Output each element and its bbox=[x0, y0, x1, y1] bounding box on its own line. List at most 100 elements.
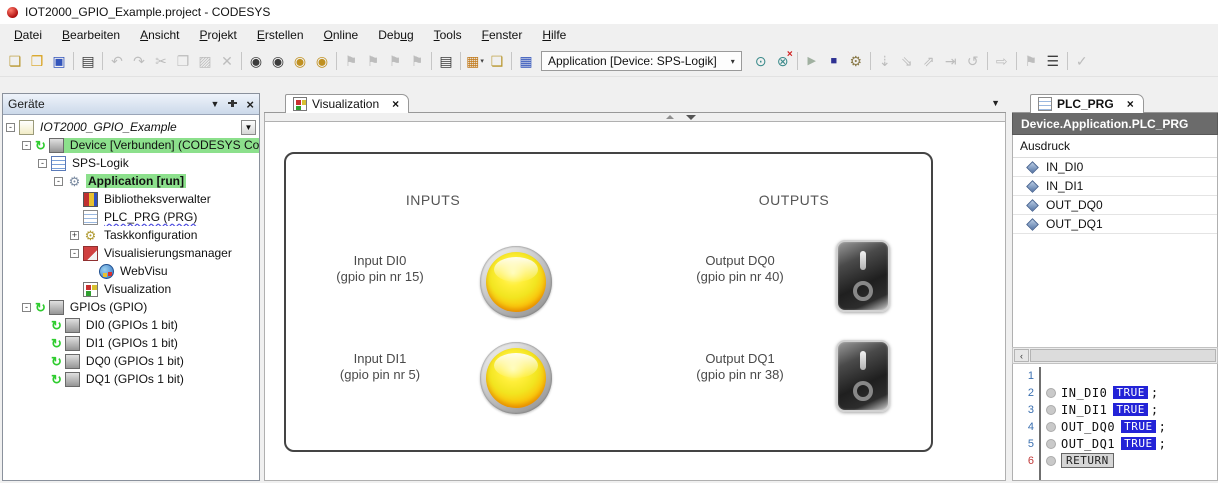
scrollbar-thumb[interactable] bbox=[1030, 349, 1216, 362]
menu-item[interactable]: Erstellen bbox=[247, 26, 314, 44]
tree-item[interactable]: WebVisu bbox=[3, 262, 259, 280]
undo-icon[interactable]: ↶ bbox=[106, 50, 128, 72]
reset-icon[interactable]: ↺ bbox=[962, 50, 984, 72]
menu-item[interactable]: Datei bbox=[4, 26, 52, 44]
stop-icon[interactable]: ■ bbox=[823, 50, 845, 72]
tree-item[interactable]: ↻ DI0 (GPIOs 1 bit) bbox=[3, 316, 259, 334]
toggle-bookmark-icon[interactable]: ⚑ bbox=[340, 50, 362, 72]
tree-expander[interactable]: + bbox=[70, 230, 79, 240]
watch-row[interactable]: IN_DI0 bbox=[1013, 158, 1217, 177]
step-into-icon[interactable]: ⇘ bbox=[896, 50, 918, 72]
watch-row[interactable]: IN_DI1 bbox=[1013, 177, 1217, 196]
watch-row[interactable]: OUT_DQ0 bbox=[1013, 196, 1217, 215]
active-application-combo[interactable]: Application [Device: SPS-Logik] ▾ bbox=[541, 51, 742, 71]
tree-expander[interactable]: - bbox=[54, 176, 63, 186]
collapse-up-icon[interactable] bbox=[665, 115, 674, 119]
build-check-icon[interactable]: ✓ bbox=[1071, 50, 1093, 72]
visualization-toolbox-icon[interactable]: ▦ bbox=[515, 50, 537, 72]
online-config-icon[interactable]: ⚙ bbox=[845, 50, 867, 72]
tree-item[interactable]: - IOT2000_GPIO_Example ▼ bbox=[3, 118, 259, 136]
breakpoint-slot-icon[interactable] bbox=[1046, 455, 1056, 466]
tab-plc-prg[interactable]: PLC_PRG × bbox=[1030, 94, 1144, 113]
code-line[interactable]: 1 bbox=[1013, 367, 1217, 384]
breakpoint-slot-icon[interactable] bbox=[1046, 438, 1056, 449]
find-in-project-icon[interactable]: ◉ bbox=[289, 50, 311, 72]
tab-visualization[interactable]: Visualization × bbox=[285, 94, 410, 113]
run-to-cursor-icon[interactable]: ⇥ bbox=[940, 50, 962, 72]
clear-bookmarks-icon[interactable]: ⚑ bbox=[406, 50, 428, 72]
tree-item[interactable]: - ↻ Device [Verbunden] (CODESYS Contro bbox=[3, 136, 259, 154]
tree-expander[interactable]: - bbox=[38, 158, 47, 168]
start-icon[interactable]: ▶ bbox=[801, 50, 823, 72]
close-icon[interactable]: × bbox=[1127, 98, 1134, 110]
tree-item[interactable]: + Taskkonfiguration bbox=[3, 226, 259, 244]
menu-item[interactable]: Ansicht bbox=[130, 26, 189, 44]
delete-icon[interactable]: ✕ bbox=[216, 50, 238, 72]
new-file-icon[interactable]: ❏ bbox=[486, 50, 508, 72]
tree-item[interactable]: ↻ DI1 (GPIOs 1 bit) bbox=[3, 334, 259, 352]
close-icon[interactable]: × bbox=[392, 98, 399, 110]
open-project-icon[interactable]: ❒ bbox=[26, 50, 48, 72]
next-bookmark-icon[interactable]: ⚑ bbox=[384, 50, 406, 72]
tree-expander[interactable]: - bbox=[22, 302, 31, 312]
breakpoint-slot-icon[interactable] bbox=[1046, 387, 1056, 398]
tree-expander[interactable]: - bbox=[22, 140, 31, 150]
quick-replace-icon[interactable]: ◉ bbox=[267, 50, 289, 72]
find-icon[interactable]: ◉ bbox=[245, 50, 267, 72]
watch-list-icon[interactable]: ▤ bbox=[435, 50, 457, 72]
menu-item[interactable]: Fenster bbox=[472, 26, 533, 44]
replace-in-project-icon[interactable]: ◉ bbox=[311, 50, 333, 72]
tree-item[interactable]: PLC_PRG (PRG) bbox=[3, 208, 259, 226]
tree-item[interactable]: Bibliotheksverwalter bbox=[3, 190, 259, 208]
breakpoint-slot-icon[interactable] bbox=[1046, 404, 1056, 415]
paste-icon[interactable]: ▨ bbox=[194, 50, 216, 72]
new-object-icon[interactable]: ▦ ▾ bbox=[464, 50, 486, 72]
flow-control-icon[interactable]: ⚑ bbox=[1020, 50, 1042, 72]
panel-menu-dropdown-icon[interactable]: ▼ bbox=[210, 99, 219, 109]
step-out-icon[interactable]: ⇗ bbox=[918, 50, 940, 72]
tree-expander[interactable]: - bbox=[70, 248, 79, 258]
tree-item[interactable]: - ↻ GPIOs (GPIO) bbox=[3, 298, 259, 316]
switch-dq0[interactable] bbox=[836, 240, 890, 312]
previous-bookmark-icon[interactable]: ⚑ bbox=[362, 50, 384, 72]
tree-item[interactable]: ↻ DQ1 (GPIOs 1 bit) bbox=[3, 370, 259, 388]
redo-icon[interactable]: ↷ bbox=[128, 50, 150, 72]
watch-row[interactable]: OUT_DQ1 bbox=[1013, 215, 1217, 234]
save-icon[interactable]: ▣ bbox=[48, 50, 70, 72]
menu-item[interactable]: Bearbeiten bbox=[52, 26, 130, 44]
menu-item[interactable]: Online bbox=[314, 26, 369, 44]
tab-list-dropdown-icon[interactable]: ▼ bbox=[991, 98, 1000, 108]
scroll-left-icon[interactable]: ‹ bbox=[1014, 349, 1029, 362]
panel-pin-icon[interactable] bbox=[228, 99, 238, 110]
panel-close-icon[interactable]: × bbox=[246, 98, 254, 111]
new-project-icon[interactable]: ❏ bbox=[4, 50, 26, 72]
code-line[interactable]: 3 IN_DI1 TRUE ; bbox=[1013, 401, 1217, 418]
project-dropdown-icon[interactable]: ▼ bbox=[241, 119, 256, 135]
call-tree-icon[interactable]: ☰ bbox=[1042, 50, 1064, 72]
print-icon[interactable]: ▤ bbox=[77, 50, 99, 72]
code-line[interactable]: 4 OUT_DQ0 TRUE ; bbox=[1013, 418, 1217, 435]
cut-icon[interactable]: ✂ bbox=[150, 50, 172, 72]
menu-item[interactable]: Hilfe bbox=[532, 26, 576, 44]
code-line[interactable]: 5 OUT_DQ1 TRUE ; bbox=[1013, 435, 1217, 452]
step-over-icon[interactable]: ⇣ bbox=[874, 50, 896, 72]
menu-item[interactable]: Tools bbox=[424, 26, 472, 44]
tree-item[interactable]: - SPS-Logik bbox=[3, 154, 259, 172]
switch-dq1[interactable] bbox=[836, 340, 890, 412]
tree-item[interactable]: - Application [run] bbox=[3, 172, 259, 190]
editor-splitter[interactable] bbox=[264, 113, 1006, 122]
tree-item[interactable]: ↻ DQ0 (GPIOs 1 bit) bbox=[3, 352, 259, 370]
login-icon[interactable]: ⊙ bbox=[750, 50, 772, 72]
collapse-down-icon[interactable] bbox=[685, 114, 696, 120]
show-next-statement-icon[interactable]: ⇨ bbox=[991, 50, 1013, 72]
logout-icon[interactable]: ⊗ bbox=[772, 49, 794, 72]
menu-item[interactable]: Projekt bbox=[189, 26, 246, 44]
tree-item[interactable]: - Visualisierungsmanager bbox=[3, 244, 259, 262]
horizontal-scrollbar[interactable]: ‹ bbox=[1012, 347, 1218, 364]
menu-item[interactable]: Debug bbox=[368, 26, 423, 44]
tree-item[interactable]: Visualization bbox=[3, 280, 259, 298]
code-editor[interactable]: 1 2 IN_DI0 TRUE ; 3 IN_DI1 TRUE ; 4 OUT_… bbox=[1012, 364, 1218, 481]
code-line[interactable]: 2 IN_DI0 TRUE ; bbox=[1013, 384, 1217, 401]
tree-expander[interactable]: - bbox=[6, 122, 15, 132]
copy-icon[interactable]: ❐ bbox=[172, 50, 194, 72]
